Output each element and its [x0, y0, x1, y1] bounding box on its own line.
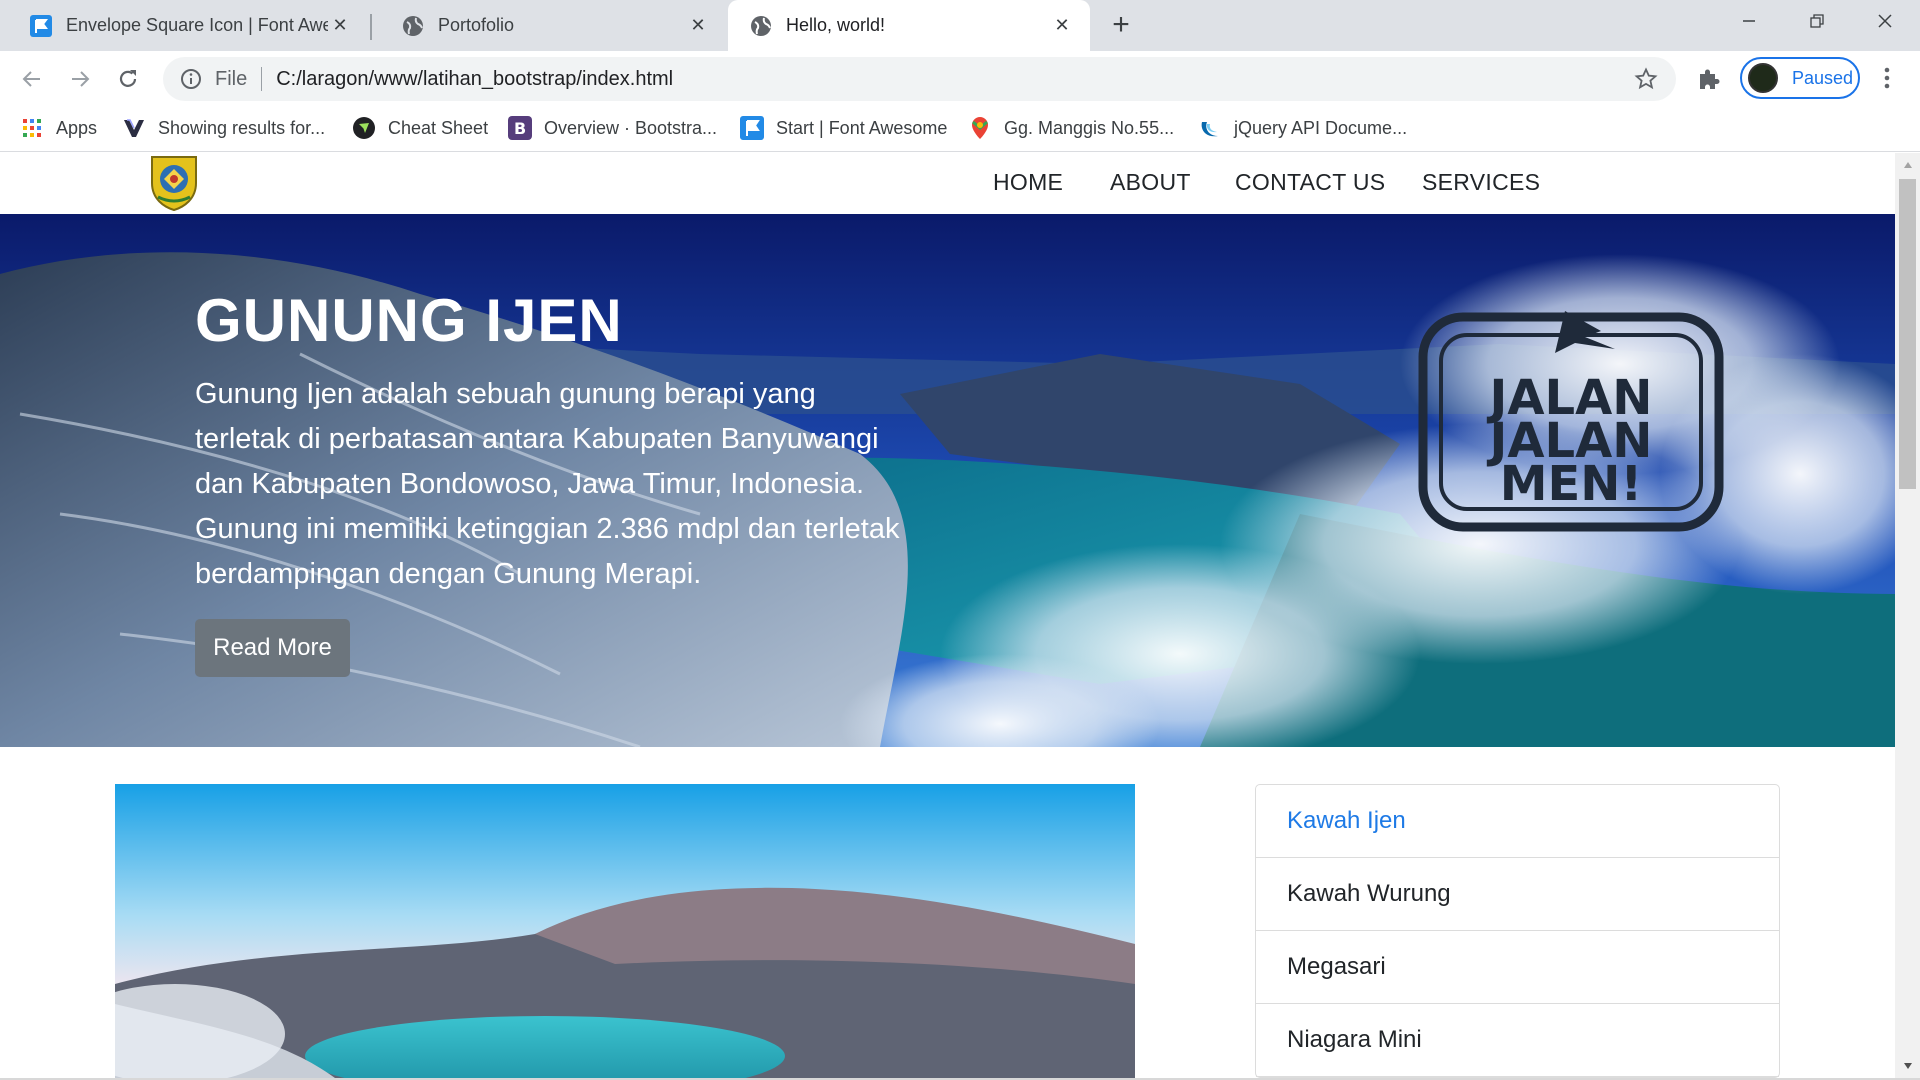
reload-button[interactable] [110, 61, 146, 97]
url-text[interactable]: C:/laragon/www/latihan_bootstrap/index.h… [276, 68, 1632, 91]
page-viewport: HOME ABOUT CONTACT US SERVICES GUNUNG IJ… [0, 153, 1895, 1078]
avatar [1748, 63, 1778, 93]
bookmark-bootstrap[interactable]: B Overview · Bootstra... [508, 113, 717, 143]
info-icon[interactable] [179, 67, 203, 91]
tab-title: Envelope Square Icon | Font Awesome [66, 15, 328, 35]
bookmark-label: Cheat Sheet [388, 117, 489, 138]
kebab-menu-icon[interactable] [1872, 63, 1902, 93]
bookmark-font-awesome[interactable]: Start | Font Awesome [740, 113, 947, 143]
close-icon[interactable]: ✕ [328, 14, 352, 38]
bookmark-label: Overview · Bootstra... [544, 117, 718, 138]
stamp-line-3: MEN! [1500, 456, 1643, 512]
bookmark-star-icon[interactable] [1632, 65, 1660, 93]
forward-button[interactable] [62, 61, 98, 97]
nav-home-link[interactable]: HOME [993, 169, 1063, 196]
address-bar[interactable]: File C:/laragon/www/latihan_bootstrap/in… [163, 57, 1676, 101]
apps-grid-icon [20, 116, 44, 140]
list-item-kawah-wurung[interactable]: Kawah Wurung [1256, 858, 1779, 931]
bookmark-jquery[interactable]: jQuery API Docume... [1198, 113, 1407, 143]
scrollbar-thumb[interactable] [1899, 179, 1916, 489]
tab-strip: Envelope Square Icon | Font Awesome ✕ Po… [0, 0, 1920, 51]
kawah-ijen-photo [115, 784, 1135, 1078]
url-divider [261, 67, 263, 91]
bookmarks-bar: Apps Showing results for... Cheat Sheet … [0, 107, 1920, 152]
nav-services-link[interactable]: SERVICES [1422, 169, 1540, 196]
bookmark-label: Apps [56, 117, 98, 138]
back-button[interactable] [14, 61, 50, 97]
close-icon[interactable]: ✕ [686, 14, 710, 38]
site-logo-emblem[interactable] [146, 153, 202, 212]
profile-status: Paused [1792, 67, 1854, 88]
list-item-megasari[interactable]: Megasari [1256, 931, 1779, 1004]
globe-icon [402, 15, 424, 37]
scheme-label: File [215, 67, 248, 90]
destination-list: Kawah Ijen Kawah Wurung Megasari Niagara… [1255, 784, 1780, 1078]
scroll-down-arrow-icon[interactable] [1895, 1054, 1920, 1078]
maps-pin-icon [968, 116, 992, 140]
hero-description: Gunung Ijen adalah sebuah gunung berapi … [195, 378, 900, 590]
font-awesome-flag-icon [740, 116, 764, 140]
tab-font-awesome[interactable]: Envelope Square Icon | Font Awesome ✕ [0, 0, 368, 51]
profile-button[interactable]: Paused [1740, 57, 1860, 99]
bookmark-site-icon [122, 116, 146, 140]
bookmark-label: Gg. Manggis No.55... [1004, 117, 1175, 138]
bookmark-showing-results[interactable]: Showing results for... [122, 113, 325, 143]
cheat-sheet-icon [352, 116, 376, 140]
bookmark-apps[interactable]: Apps [20, 113, 97, 143]
nav-contact-link[interactable]: CONTACT US [1235, 169, 1385, 196]
minimize-button[interactable] [1717, 0, 1781, 42]
bookmark-label: Showing results for... [158, 117, 326, 138]
close-icon[interactable]: ✕ [1050, 14, 1074, 38]
site-navbar: HOME ABOUT CONTACT US SERVICES [0, 153, 1895, 214]
list-item-niagara-mini[interactable]: Niagara Mini [1256, 1004, 1779, 1077]
browser-toolbar: File C:/laragon/www/latihan_bootstrap/in… [0, 51, 1920, 107]
list-item-kawah-ijen[interactable]: Kawah Ijen [1256, 785, 1779, 858]
tab-portofolio[interactable]: Portofolio ✕ [372, 0, 726, 51]
font-awesome-flag-icon [30, 14, 52, 37]
tab-title: Portofolio [438, 15, 515, 35]
restore-button[interactable] [1785, 0, 1849, 42]
extensions-puzzle-icon[interactable] [1694, 64, 1724, 94]
bookmark-cheat-sheet[interactable]: Cheat Sheet [352, 113, 488, 143]
bookmark-maps[interactable]: Gg. Manggis No.55... [968, 113, 1174, 143]
bookmark-label: jQuery API Docume... [1234, 117, 1408, 138]
jquery-icon [1198, 116, 1222, 140]
tab-title: Hello, world! [786, 15, 886, 35]
tab-hello-world[interactable]: Hello, world! ✕ [728, 0, 1090, 51]
close-window-button[interactable] [1853, 0, 1917, 42]
bookmark-label: Start | Font Awesome [776, 117, 948, 138]
nav-about-link[interactable]: ABOUT [1110, 169, 1191, 196]
scroll-up-arrow-icon[interactable] [1895, 153, 1920, 177]
bootstrap-icon: B [508, 116, 532, 140]
new-tab-button[interactable]: + [1106, 10, 1136, 41]
hero-title: GUNUNG IJEN [195, 287, 623, 354]
jalan-jalan-men-stamp-logo: JALAN JALAN MEN! [1418, 311, 1724, 532]
vertical-scrollbar[interactable] [1895, 153, 1920, 1078]
svg-text:B: B [514, 119, 526, 138]
read-more-button[interactable]: Read More [195, 619, 350, 677]
globe-icon [750, 15, 772, 37]
hero-banner: GUNUNG IJEN Gunung Ijen adalah sebuah gu… [0, 214, 1895, 747]
